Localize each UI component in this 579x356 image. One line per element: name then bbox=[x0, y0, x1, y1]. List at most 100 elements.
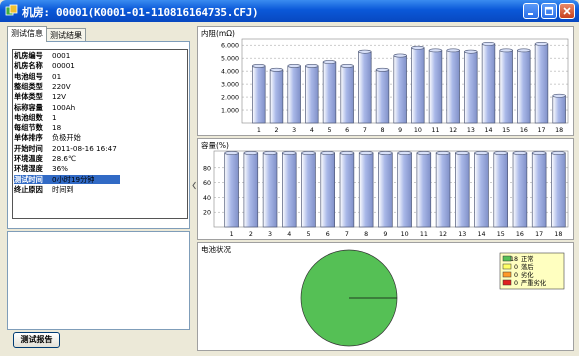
x-tick-label: 3 bbox=[292, 127, 296, 134]
x-tick-label: 1 bbox=[257, 127, 261, 134]
bar bbox=[517, 50, 531, 124]
info-row[interactable]: 电池组数 1 bbox=[14, 113, 57, 122]
info-value: 1 bbox=[52, 112, 57, 122]
x-tick-label: 3 bbox=[268, 231, 272, 238]
left-blank-area bbox=[7, 231, 190, 330]
bar-cap bbox=[552, 93, 566, 98]
x-tick-label: 13 bbox=[467, 127, 475, 134]
minimize-button[interactable] bbox=[523, 3, 539, 19]
bar-cap bbox=[517, 48, 531, 53]
bar-cap bbox=[320, 151, 335, 155]
battery-status-chart: 18 正常0 落后0 劣化0 严重劣化 bbox=[300, 249, 565, 347]
test-report-button[interactable]: 测试报告 bbox=[13, 332, 60, 348]
minimize-icon bbox=[528, 13, 533, 15]
info-row[interactable]: 机房编号 0001 bbox=[14, 51, 70, 60]
bar bbox=[378, 152, 393, 228]
legend-count: 18 bbox=[510, 256, 518, 263]
x-tick-label: 4 bbox=[310, 127, 314, 134]
legend-label: 严重劣化 bbox=[521, 278, 547, 287]
x-tick-label: 15 bbox=[497, 231, 505, 238]
y-tick-label: 60 bbox=[203, 180, 211, 187]
bar-cap bbox=[481, 41, 496, 46]
x-tick-label: 6 bbox=[326, 231, 330, 238]
bar-cap bbox=[474, 151, 489, 155]
x-tick-label: 14 bbox=[484, 127, 492, 134]
info-value: 0001 bbox=[52, 51, 71, 60]
bar-cap bbox=[252, 64, 266, 68]
bar bbox=[393, 55, 407, 124]
left-pane: 测试信息 测试结果 机房编号 0001 机房名称 00001 电池组号 01 整组类型 220… bbox=[4, 26, 192, 352]
info-row[interactable]: 整组类型 220V bbox=[14, 82, 71, 91]
info-row[interactable]: 单体类型 12V bbox=[14, 92, 66, 101]
info-value: 100Ah bbox=[52, 102, 76, 112]
info-row[interactable]: 机房名称 00001 bbox=[14, 61, 75, 70]
test-info-list: 机房编号 0001 机房名称 00001 电池组号 01 整组类型 220V 单体类型 12V 标称… bbox=[12, 49, 188, 219]
info-row[interactable]: 环境温度 28.6℃ bbox=[14, 154, 76, 163]
info-label: 单体类型 bbox=[14, 92, 43, 102]
bar-cap bbox=[393, 53, 407, 58]
tab-test-results[interactable]: 测试结果 bbox=[46, 28, 86, 41]
tab-test-info[interactable]: 测试信息 bbox=[7, 26, 47, 42]
info-row[interactable]: 开始时间 2011-08-16 16:47 bbox=[14, 144, 117, 153]
bar bbox=[397, 152, 412, 228]
resistance-chart: 1.0002.0003.0004.0005.0006.0001 2 3 4 5 6 7 8 9 1… bbox=[221, 38, 569, 134]
bar-cap bbox=[358, 151, 374, 155]
bar-cap bbox=[534, 41, 549, 46]
bar bbox=[464, 51, 478, 124]
bar-cap bbox=[455, 151, 470, 155]
bar bbox=[252, 65, 266, 124]
bar bbox=[428, 50, 443, 124]
bar bbox=[411, 47, 425, 124]
info-row[interactable]: 每组节数 18 bbox=[14, 123, 61, 132]
info-label: 开始时间 bbox=[14, 143, 43, 153]
info-row[interactable]: 环境湿度 36% bbox=[14, 164, 68, 173]
x-tick-label: 8 bbox=[380, 127, 384, 134]
bar bbox=[282, 152, 297, 228]
bar bbox=[416, 152, 432, 228]
x-tick-label: 15 bbox=[502, 127, 510, 134]
info-label: 标称容量 bbox=[14, 102, 43, 112]
x-tick-label: 16 bbox=[516, 231, 524, 238]
close-button[interactable] bbox=[559, 3, 575, 19]
info-value: 0小时19分钟 bbox=[52, 174, 95, 184]
bar-cap bbox=[375, 67, 390, 72]
collapse-arrow-icon[interactable] bbox=[192, 181, 196, 190]
info-row[interactable]: 电池组号 01 bbox=[14, 72, 61, 81]
bar bbox=[446, 50, 460, 124]
bar-cap bbox=[269, 67, 284, 72]
info-label: 整组类型 bbox=[14, 81, 43, 91]
bar-cap bbox=[224, 151, 239, 155]
info-label: 每组节数 bbox=[14, 123, 43, 133]
legend-label: 落后 bbox=[521, 262, 534, 271]
info-label: 电池组号 bbox=[14, 71, 43, 81]
bar-cap bbox=[512, 151, 528, 155]
y-tick-label: 5.000 bbox=[221, 56, 239, 63]
bar-cap bbox=[340, 64, 354, 68]
bar-cap bbox=[301, 151, 316, 155]
bar bbox=[512, 152, 528, 228]
maximize-icon bbox=[544, 6, 554, 16]
bar-cap bbox=[262, 151, 278, 155]
x-tick-label: 5 bbox=[306, 231, 310, 238]
x-tick-label: 2 bbox=[274, 127, 278, 134]
x-tick-label: 9 bbox=[383, 231, 387, 238]
bar bbox=[474, 152, 489, 228]
legend-label: 劣化 bbox=[521, 270, 534, 279]
info-label: 机房名称 bbox=[14, 61, 43, 71]
legend-count: 0 bbox=[514, 280, 518, 287]
x-tick-label: 12 bbox=[439, 231, 447, 238]
bar-cap bbox=[282, 151, 297, 155]
info-label: 机房编号 bbox=[14, 51, 43, 60]
info-row[interactable]: 测试时间 0小时19分钟 bbox=[14, 174, 120, 184]
capacity-chart: 204060801 2 3 4 5 6 7 8 9 10 11 12 13 14 15 16 17 18 bbox=[203, 150, 569, 238]
bar-cap bbox=[287, 64, 301, 68]
bar-cap bbox=[416, 151, 432, 155]
info-row[interactable]: 标称容量 100Ah bbox=[14, 103, 75, 112]
app-icon bbox=[5, 4, 18, 17]
info-row[interactable]: 终止原因 时间到 bbox=[14, 185, 74, 194]
x-tick-label: 8 bbox=[364, 231, 368, 238]
y-tick-label: 6.000 bbox=[221, 43, 239, 50]
maximize-button[interactable] bbox=[541, 3, 557, 19]
bar-cap bbox=[411, 45, 425, 50]
info-row[interactable]: 单体排序 负极开始 bbox=[14, 133, 81, 142]
